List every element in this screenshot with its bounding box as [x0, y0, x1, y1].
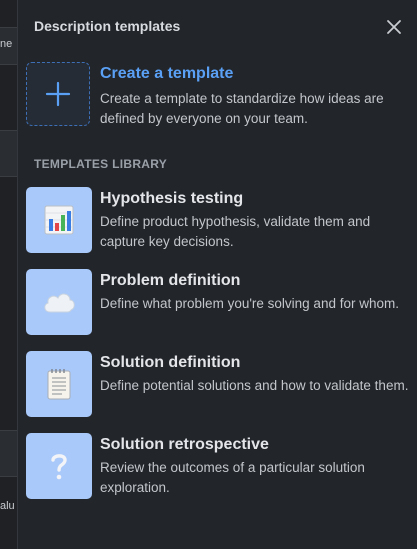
- close-button[interactable]: [384, 17, 404, 37]
- question-mark-icon: [51, 454, 67, 480]
- create-template-tile: [26, 62, 90, 126]
- template-title: Hypothesis testing: [100, 190, 244, 207]
- template-description: Define product hypothesis, validate them…: [100, 214, 371, 249]
- description-templates-panel: Description templates Create a template …: [17, 0, 417, 549]
- template-title: Solution definition: [100, 354, 241, 371]
- template-tile: [26, 187, 92, 253]
- templates-library-label: TEMPLATES LIBRARY: [34, 157, 168, 171]
- template-solution-definition[interactable]: Solution definition Define potential sol…: [26, 351, 408, 419]
- bar-chart-icon: [44, 205, 74, 235]
- template-tile: [26, 433, 92, 499]
- template-description: Define what problem you're solving and f…: [100, 296, 399, 311]
- template-solution-retrospective[interactable]: Solution retrospective Review the outcom…: [26, 433, 408, 501]
- create-template-title: Create a template: [100, 65, 234, 82]
- template-title: Solution retrospective: [100, 436, 269, 453]
- background-text: ne: [0, 38, 13, 50]
- template-problem-definition[interactable]: Problem definition Define what problem y…: [26, 269, 408, 337]
- notepad-icon: [47, 369, 71, 400]
- template-tile: [26, 269, 92, 335]
- create-template-description: Create a template to standardize how ide…: [100, 91, 384, 126]
- template-hypothesis-testing[interactable]: Hypothesis testing Define product hypoth…: [26, 187, 408, 255]
- template-tile: [26, 351, 92, 417]
- plus-icon: [45, 81, 71, 107]
- cloud-icon: [44, 293, 75, 313]
- template-description: Define potential solutions and how to va…: [100, 378, 409, 393]
- background-block: [0, 430, 17, 477]
- background-block: [0, 130, 17, 177]
- create-template-button[interactable]: Create a template Create a template to s…: [26, 62, 408, 130]
- panel-title: Description templates: [34, 18, 181, 34]
- template-description: Review the outcomes of a particular solu…: [100, 460, 365, 495]
- background-app: ne alu: [0, 0, 17, 549]
- close-icon: [387, 20, 401, 34]
- background-field: ne: [0, 27, 17, 65]
- background-text: alu: [0, 500, 15, 512]
- template-title: Problem definition: [100, 272, 241, 289]
